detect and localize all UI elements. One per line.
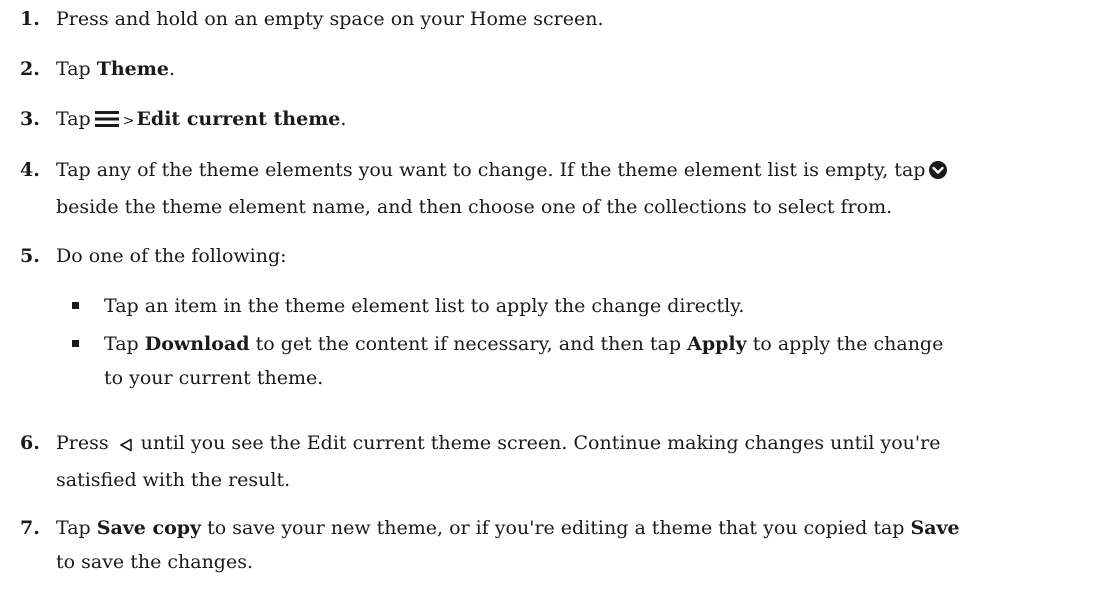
bullet-marker xyxy=(72,340,79,347)
chevron-down-circle-icon xyxy=(929,156,948,190)
bullet-list: Tap an item in the theme element list to… xyxy=(56,289,1097,395)
bullet-text-part: to apply the change xyxy=(746,333,944,355)
step-text-part: to save the changes. xyxy=(56,551,254,573)
bullet-text: Tap an item in the theme element list to… xyxy=(104,295,745,317)
step-number: 2. xyxy=(20,58,40,80)
step-text-part: Tap xyxy=(56,108,91,130)
step-number: 4. xyxy=(20,159,40,181)
ui-term-save-copy: Save copy xyxy=(96,517,202,539)
step-number: 3. xyxy=(20,108,40,130)
ui-term-download: Download xyxy=(144,333,250,355)
step-text: Do one of the following: xyxy=(56,245,287,267)
step-text: Press and hold on an empty space on your… xyxy=(56,8,604,30)
ui-term-save: Save xyxy=(910,517,960,539)
step-text: Tap Save copy to save your new theme, or… xyxy=(56,511,1097,579)
bullet-marker xyxy=(72,302,79,309)
step-text: Tap any of the theme elements you want t… xyxy=(56,153,1097,224)
step-text-part: . xyxy=(340,108,347,130)
menu-icon xyxy=(94,105,119,139)
instruction-document: 1. Press and hold on an empty space on y… xyxy=(0,0,1117,599)
bullet-text: Tap Download to get the content if neces… xyxy=(104,333,943,389)
step-number: 1. xyxy=(20,8,40,30)
step-text: Tap Theme. xyxy=(56,52,1097,86)
step-text: Tap > Edit current theme. xyxy=(56,102,1097,139)
ui-term-apply: Apply xyxy=(687,333,747,355)
step-text-part: beside the theme element name, and then … xyxy=(56,196,893,218)
step-text-part: Press xyxy=(56,432,109,454)
step-text-part: until you see the Edit current theme scr… xyxy=(140,432,941,454)
bullet-text-part: to your current theme. xyxy=(104,367,324,389)
step-number: 7. xyxy=(20,517,40,539)
list-item: Tap an item in the theme element list to… xyxy=(56,289,1097,323)
step-number: 5. xyxy=(20,245,40,267)
ui-term-theme: Theme xyxy=(96,58,169,80)
bullet-text-part: to get the content if necessary, and the… xyxy=(249,333,688,355)
step-text-part: Tap xyxy=(56,517,97,539)
back-triangle-icon xyxy=(119,429,133,463)
step-text-part: to save your new theme, or if you're edi… xyxy=(201,517,911,539)
step-text-part: . xyxy=(168,58,176,80)
step-text: Press until you see the Edit current them… xyxy=(56,426,1097,497)
step-number: 6. xyxy=(20,432,40,454)
list-item: Tap Download to get the content if neces… xyxy=(56,327,1097,395)
step-separator: > xyxy=(122,113,135,129)
step-text-part: satisfied with the result. xyxy=(56,469,291,491)
ui-term-edit-current-theme: Edit current theme xyxy=(136,108,341,130)
step-text-part: Tap xyxy=(56,58,97,80)
bullet-text-part: Tap xyxy=(104,333,145,355)
step-text-part: Tap any of the theme elements you want t… xyxy=(56,159,926,181)
